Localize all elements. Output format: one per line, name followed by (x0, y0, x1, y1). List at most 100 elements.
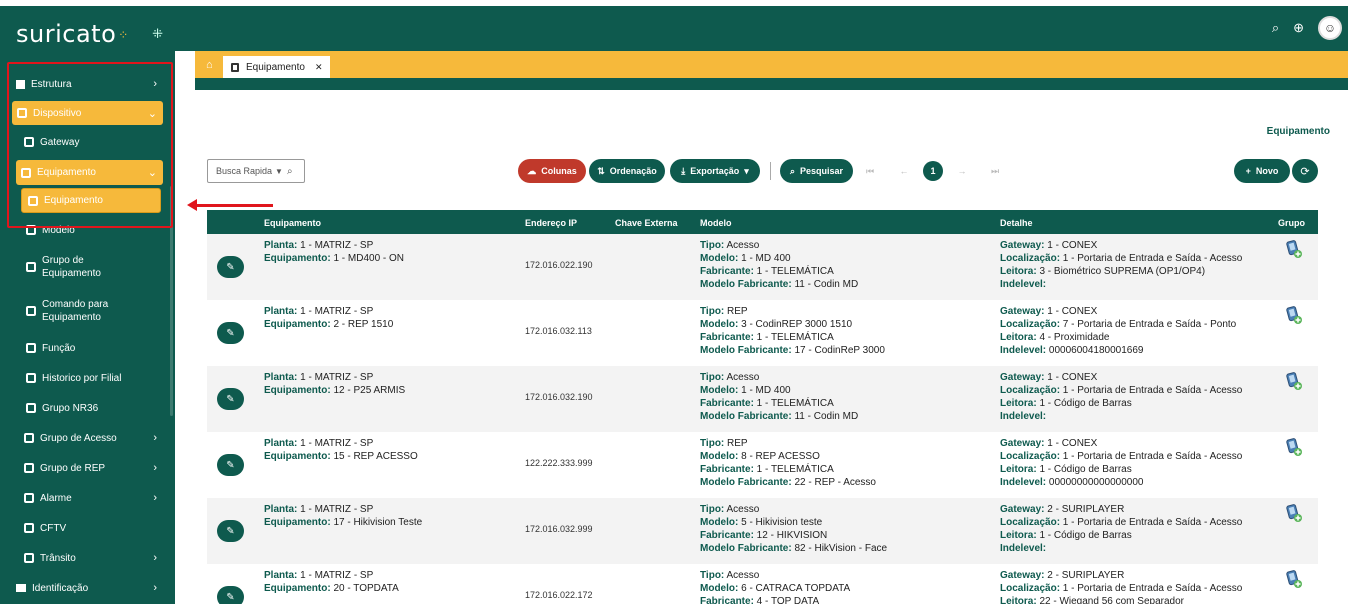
device-group-icon[interactable] (1285, 504, 1303, 522)
tab-equipamento[interactable]: Equipamento ✕ (223, 56, 331, 78)
edit-button[interactable]: ✎ (217, 586, 244, 604)
field-value: 17 - Hikivision Teste (330, 517, 423, 528)
field-label: Modelo Fabricante: (700, 411, 792, 422)
exportacao-button[interactable]: ⤓ Exportação ▾ (670, 159, 760, 183)
sidebar-item-dispositivo[interactable]: Dispositivo ⌄ (12, 101, 163, 125)
edit-button[interactable]: ✎ (217, 256, 244, 278)
close-icon[interactable]: ✕ (315, 62, 323, 73)
field-value: 1 - Portaria de Entrada e Saída - Acesso (1060, 583, 1243, 594)
ordenacao-button[interactable]: ⇅ Ordenação (589, 159, 665, 183)
device-icon (21, 167, 31, 178)
device-group-icon[interactable] (1285, 438, 1303, 456)
sidebar-item-comando-equipamento[interactable]: Comando para Equipamento (0, 289, 175, 333)
sidebar-item-gateway[interactable]: Gateway (0, 127, 175, 157)
field-label: Tipo: (700, 504, 725, 515)
chevron-right-icon: › (153, 552, 157, 564)
field-label: Equipamento: (264, 253, 331, 264)
sidebar-item-grupo-rep[interactable]: Grupo de REP › (0, 453, 175, 483)
field-localizacao: Localização: 1 - Portaria de Entrada e S… (1000, 450, 1242, 463)
globe-icon[interactable]: ⊕ (1293, 20, 1304, 36)
button-label: Ordenação (609, 166, 657, 176)
field-value: REP (724, 438, 748, 449)
equipamento-cell: Planta: 1 - MATRIZ - SP Equipamento: 20 -… (264, 569, 399, 595)
search-icon[interactable]: ⌕ (1272, 20, 1279, 36)
next-page-icon[interactable]: → (952, 161, 972, 181)
sidebar-item-grupo-acesso[interactable]: Grupo de Acesso › (0, 423, 175, 453)
field-equipamento: Equipamento: 17 - Hikivision Teste (264, 516, 422, 529)
col-chave-externa[interactable]: Chave Externa (615, 218, 678, 228)
table-row[interactable]: ✎ Planta: 1 - MATRIZ - SP Equipamento: 15 … (207, 432, 1318, 498)
device-icon (26, 225, 36, 235)
ip-address: 122.222.333.999 (525, 458, 593, 468)
field-gateway: Gateway: 1 - CONEX (1000, 437, 1242, 450)
sidebar-menu: Estrutura › Dispositivo ⌄ Gateway Equipa… (0, 69, 175, 603)
field-modelo: Modelo: 6 - CATRACA TOPDATA (700, 582, 850, 595)
current-page[interactable]: 1 (923, 161, 943, 181)
table-row[interactable]: ✎ Planta: 1 - MATRIZ - SP Equipamento: 2 -… (207, 300, 1318, 366)
field-label: Gateway: (1000, 438, 1045, 449)
sidebar-item-identificacao[interactable]: Identificação › (0, 573, 175, 603)
colunas-button[interactable]: ☁ Colunas (518, 159, 586, 183)
last-page-icon[interactable]: ⏭ (985, 161, 1005, 181)
sidebar-item-funcao[interactable]: Função (0, 333, 175, 363)
col-grupo[interactable]: Grupo (1278, 218, 1305, 228)
ip-address: 172.016.032.113 (525, 326, 592, 336)
field-value: 1 - MATRIZ - SP (297, 372, 374, 383)
field-label: Equipamento: (264, 319, 331, 330)
novo-button[interactable]: + Novo (1234, 159, 1290, 183)
field-value: 2 - SURIPLAYER (1044, 504, 1125, 515)
device-group-icon[interactable] (1285, 240, 1303, 258)
table-row[interactable]: ✎ Planta: 1 - MATRIZ - SP Equipamento: 20 … (207, 564, 1318, 604)
table-header: Equipamento Endereço IP Chave Externa Mo… (207, 210, 1318, 234)
app-window: suricato ⁘ ⁜ Estrutura › Dispositivo ⌄ Ga… (0, 0, 1348, 604)
collapse-sidebar-icon[interactable]: ⁜ (152, 26, 163, 42)
avatar[interactable]: ☺ (1318, 16, 1342, 40)
refresh-icon[interactable]: ⟳ (1292, 159, 1318, 183)
sidebar-item-label: Grupo de Equipamento (42, 255, 101, 279)
field-value: 1 - MATRIZ - SP (297, 570, 374, 581)
field-label: Tipo: (700, 240, 725, 251)
field-modelo-fabricante: Modelo Fabricante: 17 - CodinReP 3000 (700, 344, 885, 357)
logo[interactable]: suricato ⁘ ⁜ (0, 6, 175, 61)
first-page-icon[interactable]: ⏮ (860, 161, 880, 181)
quick-search-select[interactable]: Busca Rapida ▼ ⌕ (207, 159, 305, 183)
edit-button[interactable]: ✎ (217, 454, 244, 476)
field-indelevel: Indelevel: (1000, 410, 1242, 423)
field-label: Indelevel: (1000, 477, 1047, 488)
col-modelo[interactable]: Modelo (700, 218, 732, 228)
field-value: 1 - TELEMÁTICA (753, 332, 834, 343)
sidebar-item-grupo-nr36[interactable]: Grupo NR36 (0, 393, 175, 423)
prev-page-icon[interactable]: ← (894, 161, 914, 181)
field-gateway: Gateway: 1 - CONEX (1000, 305, 1236, 318)
field-value: 22 - Wiegand 56 com Separador (1036, 596, 1184, 604)
edit-button[interactable]: ✎ (217, 322, 244, 344)
sidebar-item-modelo[interactable]: Modelo (0, 215, 175, 245)
sidebar-item-cftv[interactable]: CFTV (0, 513, 175, 543)
home-icon[interactable]: ⌂ (206, 59, 213, 71)
sidebar-item-alarme[interactable]: Alarme › (0, 483, 175, 513)
sidebar-item-grupo-equipamento[interactable]: Grupo de Equipamento (0, 245, 175, 289)
device-group-icon[interactable] (1285, 306, 1303, 324)
sidebar-item-historico-filial[interactable]: Historico por Filial (0, 363, 175, 393)
device-group-icon[interactable] (1285, 372, 1303, 390)
sidebar-item-equipamento-group[interactable]: Equipamento ⌄ (16, 160, 163, 185)
logo-dots-icon: ⁘ (118, 27, 129, 42)
field-label: Equipamento: (264, 451, 331, 462)
sidebar-item-transito[interactable]: Trânsito › (0, 543, 175, 573)
table-row[interactable]: ✎ Planta: 1 - MATRIZ - SP Equipamento: 17 … (207, 498, 1318, 564)
pesquisar-button[interactable]: ⌕ Pesquisar (780, 159, 853, 183)
field-value: 1 - CONEX (1044, 372, 1098, 383)
sidebar-scrollbar[interactable] (170, 186, 173, 416)
col-detalhe[interactable]: Detalhe (1000, 218, 1033, 228)
edit-button[interactable]: ✎ (217, 520, 244, 542)
device-icon (24, 523, 34, 533)
edit-button[interactable]: ✎ (217, 388, 244, 410)
device-group-icon[interactable] (1285, 570, 1303, 588)
sidebar-item-equipamento[interactable]: Equipamento (21, 188, 161, 213)
col-equipamento[interactable]: Equipamento (264, 218, 321, 228)
col-endereco-ip[interactable]: Endereço IP (525, 218, 577, 228)
sidebar-item-estrutura[interactable]: Estrutura › (0, 69, 175, 99)
table-row[interactable]: ✎ Planta: 1 - MATRIZ - SP Equipamento: 12 … (207, 366, 1318, 432)
table-row[interactable]: ✎ Planta: 1 - MATRIZ - SP Equipamento: 1 -… (207, 234, 1318, 300)
field-indelevel: Indelevel: 00000000000000000 (1000, 476, 1242, 489)
